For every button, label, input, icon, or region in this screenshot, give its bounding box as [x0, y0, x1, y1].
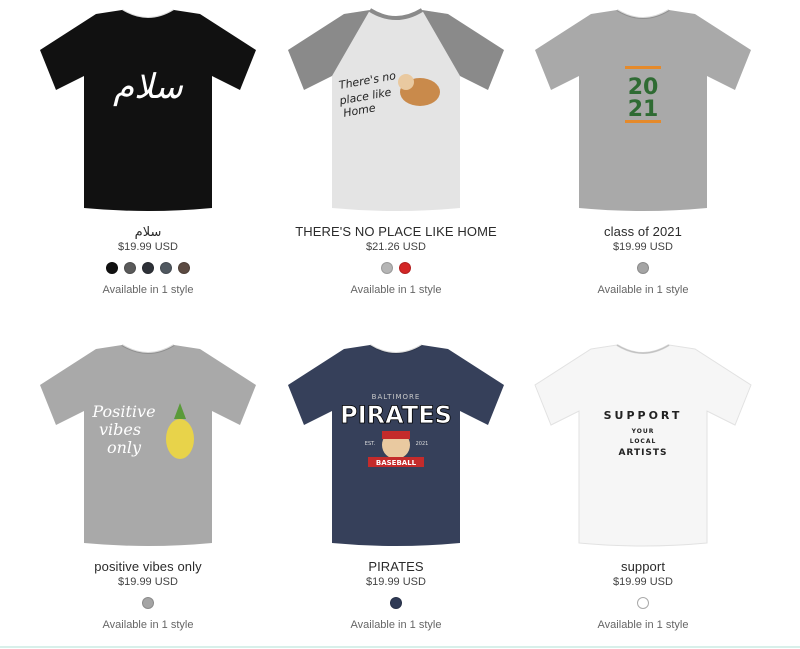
color-swatch[interactable] — [142, 262, 154, 274]
tshirt-image: SUPPORT YOUR LOCAL ARTISTS — [534, 344, 752, 547]
color-swatch[interactable] — [124, 262, 136, 274]
print-text: SUPPORT — [604, 409, 683, 422]
product-title[interactable]: class of 2021 — [519, 224, 767, 239]
color-swatches — [24, 597, 272, 609]
print-text: ARTISTS — [618, 448, 667, 458]
product-price: $19.99 USD — [118, 576, 178, 588]
color-swatch[interactable] — [637, 597, 649, 609]
product-price: $19.99 USD — [613, 576, 673, 588]
product-title[interactable]: support — [519, 559, 767, 574]
print-text: only — [107, 438, 142, 457]
tshirt-image: سلام — [40, 9, 256, 211]
tshirt-image: Positivevibesonly — [40, 344, 256, 546]
product-card[interactable]: 20 21 class of 2021 $19.99 USD Available in … — [519, 4, 767, 314]
product-card[interactable]: There's no place like Home THERE'S NO PLACE… — [272, 4, 520, 314]
tshirt-image: BALTIMOREPIRATES EST. 2021 BASEBALL — [288, 344, 504, 546]
product-title[interactable]: سلام — [24, 224, 272, 240]
product-card[interactable]: BALTIMORE PIRATES EST. 2021 BASEBALL PIRATES $… — [272, 339, 520, 649]
tshirt-image: There's noplace likeHome — [288, 8, 504, 211]
print-text: 2021 — [416, 441, 429, 447]
product-image[interactable]: Positive vibes only — [24, 339, 272, 553]
product-card[interactable]: Positive vibes only positive vibes only $19.… — [24, 339, 272, 649]
color-swatches — [519, 262, 767, 274]
color-swatch[interactable] — [399, 262, 411, 274]
product-grid: سلام سلام $19.99 USD Available in 1 style Th… — [0, 0, 800, 649]
availability-text: Available in 1 style — [597, 619, 689, 631]
product-card[interactable]: SUPPORT YOUR LOCAL ARTISTS support $19.99 USD… — [519, 339, 767, 649]
print-text: LOCAL — [630, 438, 657, 445]
product-price: $19.99 USD — [366, 576, 426, 588]
print-text: سلام — [113, 67, 183, 107]
product-price: $19.99 USD — [613, 241, 673, 253]
availability-text: Available in 1 style — [102, 619, 194, 631]
color-swatches — [272, 597, 520, 609]
print-text: YOUR — [631, 428, 655, 435]
product-image[interactable]: There's no place like Home — [272, 4, 520, 218]
print-text: PIRATES — [340, 401, 452, 429]
color-swatch[interactable] — [178, 262, 190, 274]
color-swatch[interactable] — [637, 262, 649, 274]
product-title[interactable]: PIRATES — [272, 559, 520, 574]
color-swatch[interactable] — [106, 262, 118, 274]
print-text: BALTIMORE — [372, 393, 421, 401]
color-swatch[interactable] — [142, 597, 154, 609]
product-price: $19.99 USD — [118, 241, 178, 253]
product-image[interactable]: 20 21 — [519, 4, 767, 218]
product-card[interactable]: سلام سلام $19.99 USD Available in 1 style — [24, 4, 272, 314]
print-text: Positive — [91, 402, 155, 421]
color-swatches — [272, 262, 520, 274]
availability-text: Available in 1 style — [102, 284, 194, 296]
product-image[interactable]: SUPPORT YOUR LOCAL ARTISTS — [519, 339, 767, 553]
product-title[interactable]: THERE'S NO PLACE LIKE HOME — [272, 224, 520, 239]
product-image[interactable]: BALTIMORE PIRATES EST. 2021 BASEBALL — [272, 339, 520, 553]
color-swatch[interactable] — [381, 262, 393, 274]
print-text: EST. — [365, 441, 376, 447]
availability-text: Available in 1 style — [597, 284, 689, 296]
color-swatch[interactable] — [390, 597, 402, 609]
color-swatches — [24, 262, 272, 274]
product-title[interactable]: positive vibes only — [24, 559, 272, 574]
product-price: $21.26 USD — [366, 241, 426, 253]
availability-text: Available in 1 style — [350, 284, 442, 296]
divider — [0, 646, 800, 648]
print-text: vibes — [99, 420, 141, 439]
color-swatch[interactable] — [160, 262, 172, 274]
product-image[interactable]: سلام — [24, 4, 272, 218]
availability-text: Available in 1 style — [350, 619, 442, 631]
color-swatches — [519, 597, 767, 609]
print-text: 21 — [628, 97, 659, 122]
print-text: BASEBALL — [376, 459, 417, 467]
tshirt-image: 2021 — [535, 9, 751, 211]
